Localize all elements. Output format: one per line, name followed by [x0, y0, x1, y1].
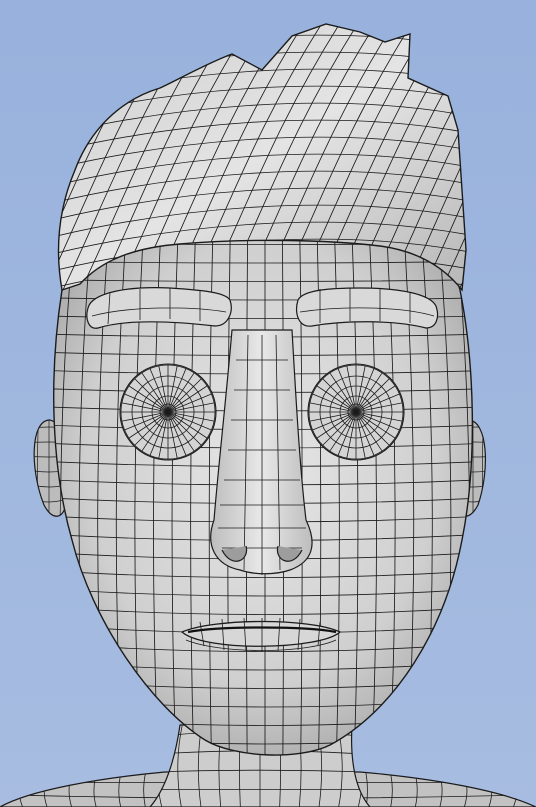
left-eyebrow	[86, 287, 232, 329]
right-eye	[307, 363, 405, 461]
left-eye	[119, 363, 217, 461]
3d-viewport[interactable]	[0, 0, 536, 807]
right-eyebrow	[295, 287, 439, 329]
head-mesh-render[interactable]	[0, 0, 536, 807]
